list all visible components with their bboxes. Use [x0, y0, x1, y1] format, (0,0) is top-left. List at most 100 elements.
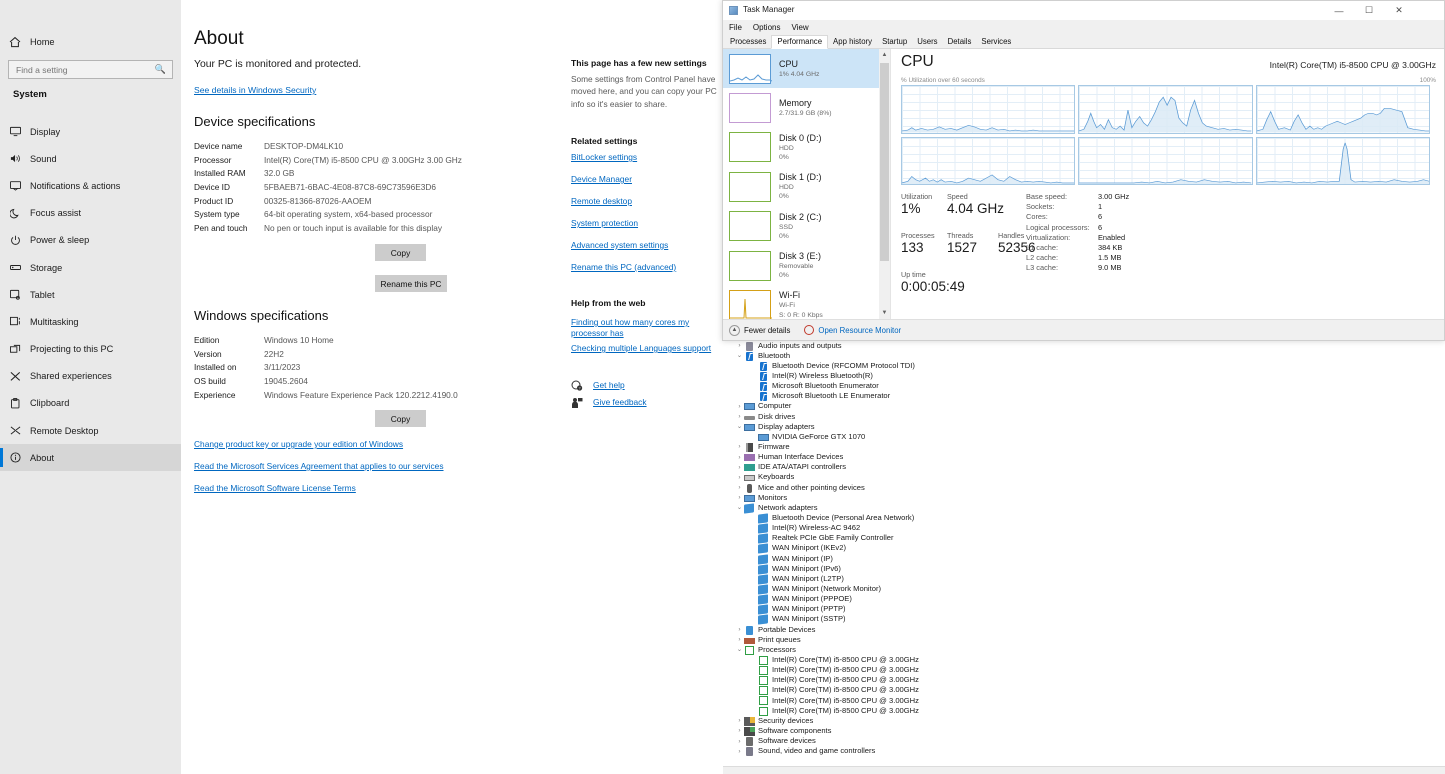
taskmanager-close-button[interactable]: ✕	[1384, 1, 1414, 20]
tab-users[interactable]: Users	[912, 36, 942, 48]
resource-item-disk-1-d[interactable]: Disk 1 (D:)HDD0%	[723, 167, 890, 206]
resource-item-wi-fi[interactable]: Wi-FiWi-FiS: 0 R: 0 Kbps	[723, 285, 890, 319]
device-tree-row[interactable]: Intel(R) Core(TM) i5-8500 CPU @ 3.00GHz	[723, 706, 1445, 716]
expander-icon[interactable]: ›	[735, 716, 744, 726]
device-tree-row[interactable]: Microsoft Bluetooth Enumerator	[723, 382, 1445, 392]
device-tree-row[interactable]: ›Computer	[723, 402, 1445, 412]
device-tree-row[interactable]: ›Keyboards	[723, 473, 1445, 483]
sidebar-item-about[interactable]: About	[0, 444, 181, 471]
device-tree-row[interactable]: WAN Miniport (Network Monitor)	[723, 584, 1445, 594]
sidebar-item-notifications-actions[interactable]: Notifications & actions	[0, 172, 181, 199]
device-tree-row[interactable]: ⌄Bluetooth	[723, 351, 1445, 361]
expander-icon[interactable]: ›	[735, 635, 744, 645]
change-product-key-link[interactable]: Change product key or upgrade your editi…	[194, 439, 403, 449]
device-tree-row[interactable]: ›Firmware	[723, 442, 1445, 452]
device-tree-row[interactable]: ⌄Network adapters	[723, 503, 1445, 513]
logical-processor-graph-5[interactable]	[1256, 137, 1430, 186]
expander-icon[interactable]: ›	[735, 625, 744, 635]
sidebar-item-clipboard[interactable]: Clipboard	[0, 390, 181, 417]
device-tree-row[interactable]: WAN Miniport (SSTP)	[723, 615, 1445, 625]
search-box[interactable]: 🔍	[8, 60, 173, 79]
device-tree-row[interactable]: WAN Miniport (IP)	[723, 554, 1445, 564]
device-tree-row[interactable]: ›Software components	[723, 726, 1445, 736]
resource-list-scrollbar[interactable]: ▲ ▼	[879, 49, 890, 319]
logical-processor-graphs[interactable]	[901, 85, 1430, 185]
sidebar-item-tablet[interactable]: Tablet	[0, 281, 181, 308]
device-tree-row[interactable]: ›Mice and other pointing devices	[723, 483, 1445, 493]
expander-icon[interactable]: ⌄	[735, 503, 744, 513]
fewer-details-button[interactable]: ▲ Fewer details	[729, 325, 790, 336]
device-tree-row[interactable]: WAN Miniport (L2TP)	[723, 574, 1445, 584]
related-link-remote-desktop[interactable]: Remote desktop	[571, 196, 717, 207]
expander-icon[interactable]: ⌄	[735, 351, 744, 361]
menu-file[interactable]: File	[729, 23, 742, 32]
device-tree-row[interactable]: Microsoft Bluetooth LE Enumerator	[723, 392, 1445, 402]
device-tree-row[interactable]: ›Disk drives	[723, 412, 1445, 422]
device-tree-row[interactable]: Intel(R) Core(TM) i5-8500 CPU @ 3.00GHz	[723, 666, 1445, 676]
scrollbar-thumb[interactable]	[880, 63, 889, 261]
device-tree-row[interactable]: Intel(R) Core(TM) i5-8500 CPU @ 3.00GHz	[723, 686, 1445, 696]
device-tree-row[interactable]: WAN Miniport (PPPOE)	[723, 595, 1445, 605]
device-tree-row[interactable]: WAN Miniport (PPTP)	[723, 605, 1445, 615]
device-manager-tree[interactable]: ›Audio inputs and outputs⌄BluetoothBluet…	[723, 341, 1445, 766]
sidebar-item-display[interactable]: Display	[0, 118, 181, 145]
expander-icon[interactable]: ›	[735, 453, 744, 463]
taskmanager-maximize-button[interactable]: ☐	[1354, 1, 1384, 20]
tab-startup[interactable]: Startup	[877, 36, 912, 48]
expander-icon[interactable]: ›	[735, 442, 744, 452]
related-link-bitlocker-settings[interactable]: BitLocker settings	[571, 152, 717, 163]
expander-icon[interactable]: ›	[735, 493, 744, 503]
resource-item-disk-2-c[interactable]: Disk 2 (C:)SSD0%	[723, 207, 890, 246]
expander-icon[interactable]: ›	[735, 737, 744, 747]
device-tree-row[interactable]: ›Security devices	[723, 716, 1445, 726]
tab-app-history[interactable]: App history	[828, 36, 877, 48]
license-terms-link[interactable]: Read the Microsoft Software License Term…	[194, 483, 356, 493]
sidebar-item-focus-assist[interactable]: Focus assist	[0, 200, 181, 227]
sidebar-item-multitasking[interactable]: Multitasking	[0, 308, 181, 335]
get-help-link[interactable]: Get help	[593, 380, 723, 391]
device-tree-row[interactable]: Intel(R) Core(TM) i5-8500 CPU @ 3.00GHz	[723, 676, 1445, 686]
tab-details[interactable]: Details	[943, 36, 977, 48]
related-link-advanced-system-settings[interactable]: Advanced system settings	[571, 240, 717, 251]
sidebar-item-projecting-to-this-pc[interactable]: Projecting to this PC	[0, 336, 181, 363]
logical-processor-graph-4[interactable]	[1078, 137, 1252, 186]
device-tree-row[interactable]: ›Print queues	[723, 635, 1445, 645]
expander-icon[interactable]: ›	[735, 726, 744, 736]
scroll-up-icon[interactable]: ▲	[879, 49, 890, 61]
expander-icon[interactable]: ›	[735, 412, 744, 422]
device-tree-row[interactable]: ›Human Interface Devices	[723, 453, 1445, 463]
expander-icon[interactable]: ›	[735, 463, 744, 473]
device-tree-row[interactable]: WAN Miniport (IPv6)	[723, 564, 1445, 574]
menu-view[interactable]: View	[791, 23, 808, 32]
device-tree-row[interactable]: Realtek PCIe GbE Family Controller	[723, 534, 1445, 544]
device-tree-row[interactable]: WAN Miniport (IKEv2)	[723, 544, 1445, 554]
taskmanager-minimize-button[interactable]: —	[1324, 1, 1354, 20]
scroll-down-icon[interactable]: ▼	[879, 307, 890, 319]
resource-item-memory[interactable]: Memory2.7/31.9 GB (8%)	[723, 88, 890, 127]
sidebar-item-remote-desktop[interactable]: Remote Desktop	[0, 417, 181, 444]
give-feedback-link[interactable]: Give feedback	[593, 397, 723, 408]
expander-icon[interactable]: ›	[735, 483, 744, 493]
help-link-languages[interactable]: Checking multiple Languages support	[571, 343, 717, 354]
copy-windows-specs-button[interactable]: Copy	[375, 410, 426, 427]
device-tree-row[interactable]: ›Audio inputs and outputs	[723, 341, 1445, 351]
device-tree-row[interactable]: Intel(R) Core(TM) i5-8500 CPU @ 3.00GHz	[723, 655, 1445, 665]
performance-resource-list[interactable]: CPU1% 4.04 GHzMemory2.7/31.9 GB (8%)Disk…	[723, 49, 891, 319]
device-tree-row[interactable]: ›Software devices	[723, 736, 1445, 746]
sidebar-item-storage[interactable]: Storage	[0, 254, 181, 281]
windows-security-link[interactable]: See details in Windows Security	[194, 85, 316, 95]
sidebar-item-home[interactable]: Home	[0, 32, 181, 51]
device-tree-row[interactable]: ⌄Display adapters	[723, 422, 1445, 432]
device-tree-row[interactable]: ›Sound, video and game controllers	[723, 747, 1445, 757]
resource-item-disk-3-e[interactable]: Disk 3 (E:)Removable0%	[723, 246, 890, 285]
open-resource-monitor-button[interactable]: Open Resource Monitor	[804, 325, 901, 335]
related-link-device-manager[interactable]: Device Manager	[571, 174, 717, 185]
rename-pc-button[interactable]: Rename this PC	[375, 275, 447, 292]
services-agreement-link[interactable]: Read the Microsoft Services Agreement th…	[194, 461, 444, 471]
expander-icon[interactable]: ⌄	[735, 645, 744, 655]
device-tree-row[interactable]: ›Monitors	[723, 493, 1445, 503]
copy-device-specs-button[interactable]: Copy	[375, 244, 426, 261]
sidebar-item-shared-experiences[interactable]: Shared experiences	[0, 363, 181, 390]
device-tree-row[interactable]: ›Portable Devices	[723, 625, 1445, 635]
logical-processor-graph-3[interactable]	[901, 137, 1075, 186]
